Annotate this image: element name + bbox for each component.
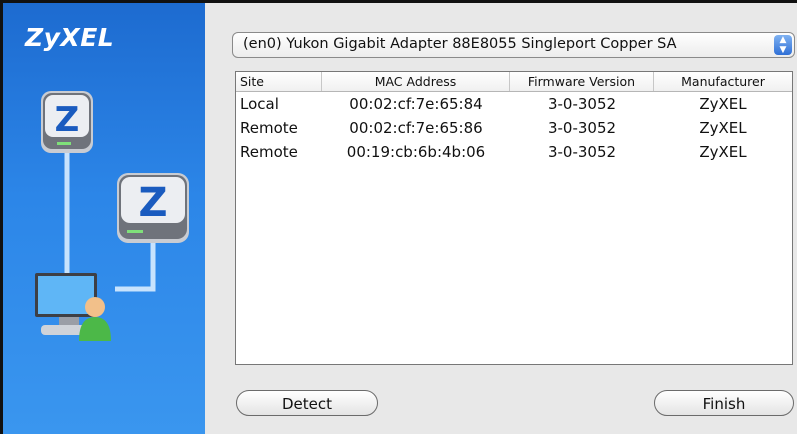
cell-firmware-version: 3-0-3052 [547,119,617,137]
cell-manufacturer: ZyXEL [699,95,747,113]
cell-manufacturer: ZyXEL [699,143,747,161]
column-header-firmware-version[interactable]: Firmware Version [510,72,654,91]
finish-button[interactable]: Finish [654,390,794,416]
cell-mac-address: 00:02:cf:7e:65:84 [349,95,483,113]
column-header-site[interactable]: Site [236,72,322,91]
cell-mac-address: 00:02:cf:7e:65:86 [349,119,483,137]
device-table: Site MAC Address Firmware Version Manufa… [235,71,793,365]
table-row[interactable]: Remote 00:02:cf:7e:65:86 3-0-3052 ZyXEL [236,116,792,140]
column-header-mac-address[interactable]: MAC Address [322,72,510,91]
router-z-icon: Z [41,91,93,153]
adapter-select-value: (en0) Yukon Gigabit Adapter 88E8055 Sing… [243,36,677,52]
cell-firmware-version: 3-0-3052 [547,95,617,113]
router-z-icon: Z [117,173,189,243]
adapter-select[interactable]: (en0) Yukon Gigabit Adapter 88E8055 Sing… [232,32,795,58]
computer-user-icon [35,273,111,341]
svg-text:Z: Z [55,100,80,140]
cell-site: Remote [240,119,298,137]
column-header-manufacturer[interactable]: Manufacturer [654,72,792,91]
network-illustration: Z Z [35,91,189,341]
table-header: Site MAC Address Firmware Version Manufa… [236,72,792,92]
svg-text:Z: Z [138,180,167,226]
detect-button[interactable]: Detect [236,390,378,416]
sidebar-panel: ZyXEL Z Z [3,3,205,434]
cell-site: Remote [240,143,298,161]
table-row[interactable]: Local 00:02:cf:7e:65:84 3-0-3052 ZyXEL [236,92,792,116]
table-row[interactable]: Remote 00:19:cb:6b:4b:06 3-0-3052 ZyXEL [236,140,792,164]
app-window: ZyXEL Z Z (en0) Yukon Gigabit Adapter 88… [0,0,797,434]
cell-manufacturer: ZyXEL [699,119,747,137]
select-arrows-icon[interactable]: ▲ ▼ [774,35,792,55]
cell-site: Local [240,95,279,113]
cell-firmware-version: 3-0-3052 [547,143,617,161]
cell-mac-address: 00:19:cb:6b:4b:06 [346,143,486,161]
